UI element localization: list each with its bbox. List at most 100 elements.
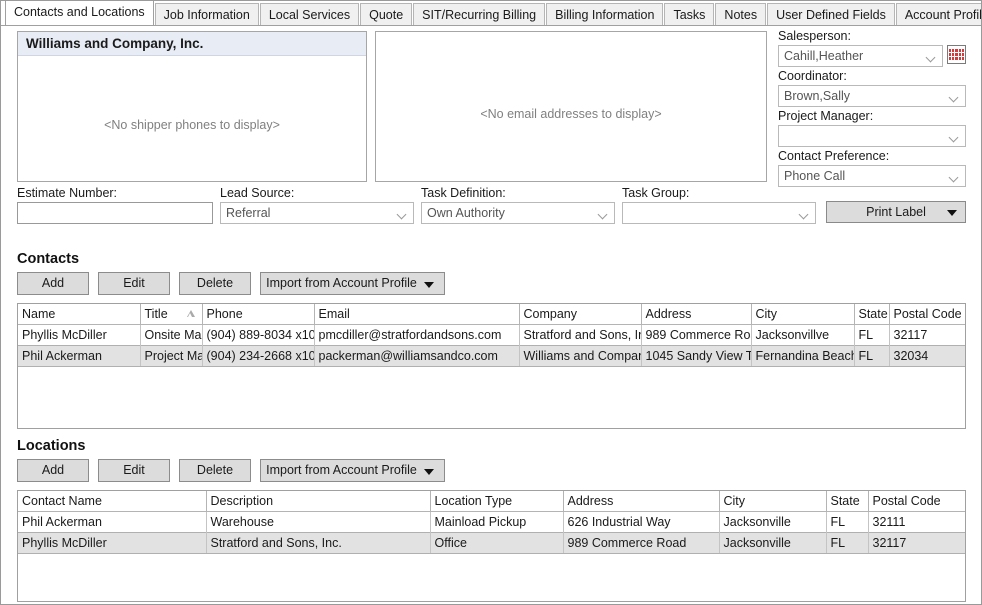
contacts-column-title[interactable]: Title — [140, 304, 202, 325]
contacts-column-state[interactable]: State — [854, 304, 889, 325]
lead-source-value: Referral — [226, 206, 270, 220]
cell-name: Phyllis McDiller — [18, 325, 140, 346]
cell-city: Jacksonvillve — [751, 325, 854, 346]
locations-edit-button[interactable]: Edit — [98, 459, 170, 482]
cell-state: FL — [826, 512, 868, 533]
task-definition-combobox[interactable]: Own Authority — [421, 202, 615, 224]
tab-label: Local Services — [269, 8, 350, 22]
cell-description: Stratford and Sons, Inc. — [206, 533, 430, 554]
locations-import-label: Import from Account Profile — [266, 463, 417, 477]
contacts-table: Name Title Phone Email Company Address C… — [18, 304, 966, 367]
contact-preference-label: Contact Preference: — [778, 149, 966, 163]
tab-contacts-and-locations[interactable]: Contacts and Locations — [5, 0, 154, 25]
locations-section-title: Locations — [17, 438, 85, 454]
contacts-header-row: Name Title Phone Email Company Address C… — [18, 304, 965, 325]
column-label: Phone — [207, 307, 243, 321]
shipper-phones-panel: Williams and Company, Inc. <No shipper p… — [17, 31, 367, 182]
table-row[interactable]: Phil Ackerman Project Manager (904) 234-… — [18, 346, 965, 367]
tab-account-profile[interactable]: Account Profile — [896, 3, 982, 25]
contacts-add-button[interactable]: Add — [17, 272, 89, 295]
coordinator-field: Coordinator: Brown,Sally — [778, 69, 966, 107]
contacts-column-postal-code[interactable]: Postal Code — [889, 304, 965, 325]
tab-local-services[interactable]: Local Services — [260, 3, 359, 25]
tab-billing-information[interactable]: Billing Information — [546, 3, 663, 25]
cell-location-type: Office — [430, 533, 563, 554]
chevron-down-icon — [950, 174, 959, 179]
locations-column-postal-code[interactable]: Postal Code — [868, 491, 965, 512]
contacts-edit-button[interactable]: Edit — [98, 272, 170, 295]
table-row[interactable]: Phyllis McDiller Stratford and Sons, Inc… — [18, 533, 965, 554]
tab-user-defined-fields[interactable]: User Defined Fields — [767, 3, 895, 25]
shipper-phones-empty-message: <No shipper phones to display> — [18, 118, 366, 132]
task-group-combobox[interactable] — [622, 202, 816, 224]
tab-tasks[interactable]: Tasks — [664, 3, 714, 25]
tab-label: Notes — [724, 8, 757, 22]
locations-column-contact-name[interactable]: Contact Name — [18, 491, 206, 512]
column-label: Name — [22, 307, 55, 321]
locations-column-location-type[interactable]: Location Type — [430, 491, 563, 512]
project-manager-combobox[interactable] — [778, 125, 966, 147]
contacts-column-phone[interactable]: Phone — [202, 304, 314, 325]
bottom-spacer — [17, 602, 966, 604]
tab-sit-recurring-billing[interactable]: SIT/Recurring Billing — [413, 3, 545, 25]
coordinator-combobox[interactable]: Brown,Sally — [778, 85, 966, 107]
chevron-down-icon — [927, 54, 936, 59]
tab-label: Quote — [369, 8, 403, 22]
caret-down-icon — [947, 210, 957, 216]
caret-down-icon — [424, 469, 434, 475]
column-label: Email — [319, 307, 350, 321]
column-label: Title — [145, 307, 168, 321]
lead-source-combobox[interactable]: Referral — [220, 202, 414, 224]
column-label: Address — [568, 494, 614, 508]
locations-column-state[interactable]: State — [826, 491, 868, 512]
locations-table: Contact Name Description Location Type A… — [18, 491, 966, 554]
cell-address: 989 Commerce Road — [641, 325, 751, 346]
locations-delete-button[interactable]: Delete — [179, 459, 251, 482]
task-definition-label: Task Definition: — [421, 186, 615, 200]
contacts-section-title: Contacts — [17, 251, 79, 267]
calendar-button[interactable] — [947, 45, 966, 64]
cell-name: Phil Ackerman — [18, 346, 140, 367]
locations-import-from-account-profile-button[interactable]: Import from Account Profile — [260, 459, 445, 482]
table-row[interactable]: Phil Ackerman Warehouse Mainload Pickup … — [18, 512, 965, 533]
locations-column-city[interactable]: City — [719, 491, 826, 512]
contacts-column-city[interactable]: City — [751, 304, 854, 325]
contact-preference-combobox[interactable]: Phone Call — [778, 165, 966, 187]
locations-column-address[interactable]: Address — [563, 491, 719, 512]
tab-job-information[interactable]: Job Information — [155, 3, 259, 25]
sort-ascending-icon — [187, 310, 195, 317]
cell-title: Onsite Manager — [140, 325, 202, 346]
tab-strip: Contacts and Locations Job Information L… — [1, 1, 982, 26]
contacts-grid[interactable]: Name Title Phone Email Company Address C… — [17, 303, 966, 429]
table-row[interactable]: Phyllis McDiller Onsite Manager (904) 88… — [18, 325, 965, 346]
cell-company: Williams and Company, Inc. — [519, 346, 641, 367]
contacts-column-name[interactable]: Name — [18, 304, 140, 325]
print-label-button[interactable]: Print Label — [826, 201, 966, 223]
locations-column-description[interactable]: Description — [206, 491, 430, 512]
tab-quote[interactable]: Quote — [360, 3, 412, 25]
task-group-label: Task Group: — [622, 186, 816, 200]
tab-label: Account Profile — [905, 8, 982, 22]
contacts-column-email[interactable]: Email — [314, 304, 519, 325]
contact-preference-value: Phone Call — [784, 169, 845, 183]
contacts-column-address[interactable]: Address — [641, 304, 751, 325]
locations-grid[interactable]: Contact Name Description Location Type A… — [17, 490, 966, 602]
project-manager-field: Project Manager: — [778, 109, 966, 147]
coordinator-label: Coordinator: — [778, 69, 966, 83]
caret-down-icon — [424, 282, 434, 288]
locations-add-button[interactable]: Add — [17, 459, 89, 482]
cell-postal-code: 32117 — [868, 533, 965, 554]
tab-label: Billing Information — [555, 8, 654, 22]
salesperson-combobox[interactable]: Cahill,Heather — [778, 45, 943, 67]
cell-title: Project Manager — [140, 346, 202, 367]
cell-phone: (904) 234-2668 x10 — [202, 346, 314, 367]
cell-description: Warehouse — [206, 512, 430, 533]
contacts-import-from-account-profile-button[interactable]: Import from Account Profile — [260, 272, 445, 295]
estimate-number-input[interactable] — [17, 202, 213, 224]
cell-postal-code: 32034 — [889, 346, 965, 367]
contacts-delete-button[interactable]: Delete — [179, 272, 251, 295]
chevron-down-icon — [950, 94, 959, 99]
contacts-column-company[interactable]: Company — [519, 304, 641, 325]
tab-notes[interactable]: Notes — [715, 3, 766, 25]
chevron-down-icon — [398, 211, 407, 216]
